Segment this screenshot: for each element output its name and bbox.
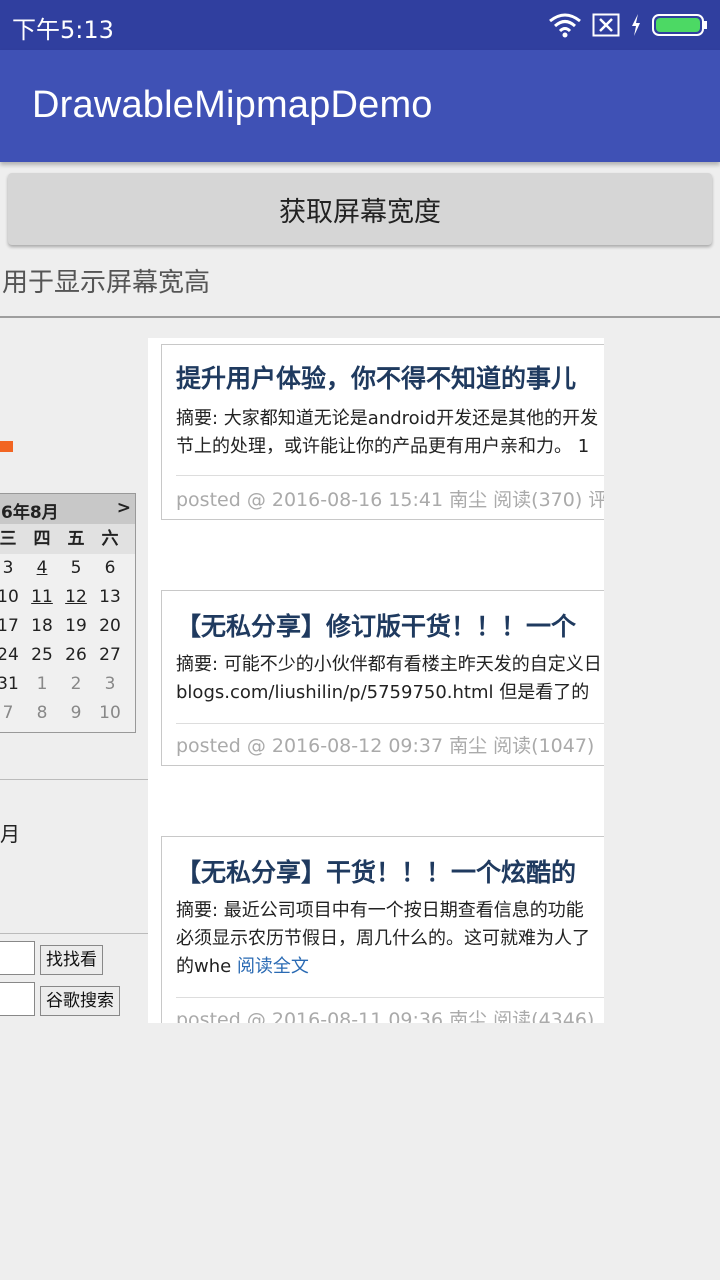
sidebar-divider [0, 933, 148, 934]
calendar-week: 3 4 5 6 [0, 554, 135, 583]
post-summary: blogs.com/liushilin/p/5759750.html 但是看了的 [176, 682, 590, 703]
post-summary: 摘要: 大家都知道无论是android开发还是其他的开发 [176, 408, 599, 429]
calendar-day: 19 [65, 616, 87, 636]
calendar-day: 26 [65, 645, 87, 665]
calendar-day: 10 [99, 703, 121, 723]
web-view[interactable]: 6年8月 > 三 四 五 六 3 4 5 6 10 11 12 13 17 18… [0, 338, 604, 1023]
calendar-day: 27 [99, 645, 121, 665]
calendar-day: 5 [70, 558, 82, 578]
post-footer: posted @ 2016-08-16 15:41 南尘 阅读(370) 评 [176, 489, 604, 511]
calendar-day: 13 [99, 587, 121, 607]
post-summary: 节上的处理，或许能让你的产品更有用户亲和力。 1 [176, 436, 590, 457]
calendar-day: 3 [104, 674, 116, 694]
calendar-week: 10 11 12 13 [0, 583, 135, 612]
post-summary: 摘要: 最近公司项目中有一个按日期查看信息的功能 [176, 900, 584, 921]
post-title[interactable]: 【无私分享】修订版干货！！！一个 [176, 607, 576, 643]
weekday: 五 [67, 529, 85, 549]
post-card: 【无私分享】干货！！！一个炫酷的 摘要: 最近公司项目中有一个按日期查看信息的功… [161, 836, 604, 1023]
post-summary: 必须显示农历节假日，周几什么的。这可就难为人了 [176, 928, 590, 949]
wifi-icon [549, 13, 581, 38]
post-title[interactable]: 【无私分享】干货！！！一个炫酷的 [176, 853, 576, 889]
calendar-day: 18 [31, 616, 53, 636]
status-icons [548, 10, 708, 40]
battery-icon [652, 14, 707, 36]
post-footer: posted @ 2016-08-12 09:37 南尘 阅读(1047) [176, 735, 595, 757]
calendar-day: 2 [70, 674, 82, 694]
calendar-day: 9 [70, 703, 82, 723]
blog-sidebar: 6年8月 > 三 四 五 六 3 4 5 6 10 11 12 13 17 18… [0, 338, 148, 1023]
get-screen-width-button[interactable]: 获取屏幕宽度 [8, 173, 712, 245]
calendar-day-link[interactable]: 11 [25, 583, 59, 612]
calendar-day: 7 [2, 703, 14, 723]
app-toolbar: DrawableMipmapDemo [0, 50, 720, 162]
weekday: 四 [33, 529, 51, 549]
calendar-month: 6年8月 [1, 503, 59, 523]
post-title[interactable]: 提升用户体验，你不得不知道的事儿 [176, 359, 576, 395]
google-search-button[interactable]: 谷歌搜索 [40, 986, 120, 1016]
calendar-week: 31 1 2 3 [0, 670, 135, 699]
calendar-day: 1 [36, 674, 48, 694]
calendar-day: 8 [36, 703, 48, 723]
post-divider [176, 723, 604, 724]
calendar-header: 6年8月 > [0, 494, 135, 524]
search-input[interactable] [0, 941, 35, 975]
calendar-next-button[interactable]: > [117, 498, 131, 518]
post-footer: posted @ 2016-08-11 09:36 南尘 阅读(4346) [176, 1009, 595, 1023]
post-list: 提升用户体验，你不得不知道的事儿 摘要: 大家都知道无论是android开发还是… [148, 338, 604, 1023]
status-bar: 下午5:13 [0, 0, 720, 50]
charging-icon [632, 14, 640, 36]
calendar-week: 24 25 26 27 [0, 641, 135, 670]
weekday: 三 [0, 529, 17, 549]
app-title: DrawableMipmapDemo [32, 84, 433, 126]
post-card: 提升用户体验，你不得不知道的事儿 摘要: 大家都知道无论是android开发还是… [161, 344, 604, 520]
calendar-day: 31 [0, 674, 19, 694]
divider [0, 316, 720, 318]
calendar-day: 6 [104, 558, 116, 578]
calendar-week: 7 8 9 10 [0, 699, 135, 728]
post-summary: 的whe [176, 956, 237, 977]
find-button[interactable]: 找找看 [40, 945, 103, 975]
calendar: 6年8月 > 三 四 五 六 3 4 5 6 10 11 12 13 17 18… [0, 493, 136, 733]
post-summary-last: 的whe 阅读全文 [176, 953, 309, 981]
status-time: 下午5:13 [12, 16, 114, 44]
post-divider [176, 997, 604, 998]
calendar-weekdays: 三 四 五 六 [0, 524, 135, 554]
calendar-day-link[interactable]: 4 [25, 554, 59, 583]
calendar-week: 17 18 19 20 [0, 612, 135, 641]
calendar-day: 10 [0, 587, 19, 607]
calendar-day: 17 [0, 616, 19, 636]
rss-icon[interactable] [0, 441, 13, 452]
post-summary: 摘要: 可能不少的小伙伴都有看楼主昨天发的自定义日 [176, 654, 602, 675]
calendar-day-link[interactable]: 12 [59, 583, 93, 612]
post-card: 【无私分享】修订版干货！！！一个 摘要: 可能不少的小伙伴都有看楼主昨天发的自定… [161, 590, 604, 766]
no-sim-icon [592, 13, 620, 37]
calendar-day: 3 [2, 558, 14, 578]
read-more-link[interactable]: 阅读全文 [237, 956, 309, 977]
calendar-day: 25 [31, 645, 53, 665]
calendar-day: 20 [99, 616, 121, 636]
weekday: 六 [101, 529, 119, 549]
calendar-day: 24 [0, 645, 19, 665]
screen-size-text: 用于显示屏幕宽高 [2, 268, 211, 298]
sidebar-divider [0, 779, 148, 780]
sidebar-archive-fragment: 月 [0, 822, 20, 846]
google-search-input[interactable] [0, 982, 35, 1016]
post-divider [176, 475, 604, 476]
